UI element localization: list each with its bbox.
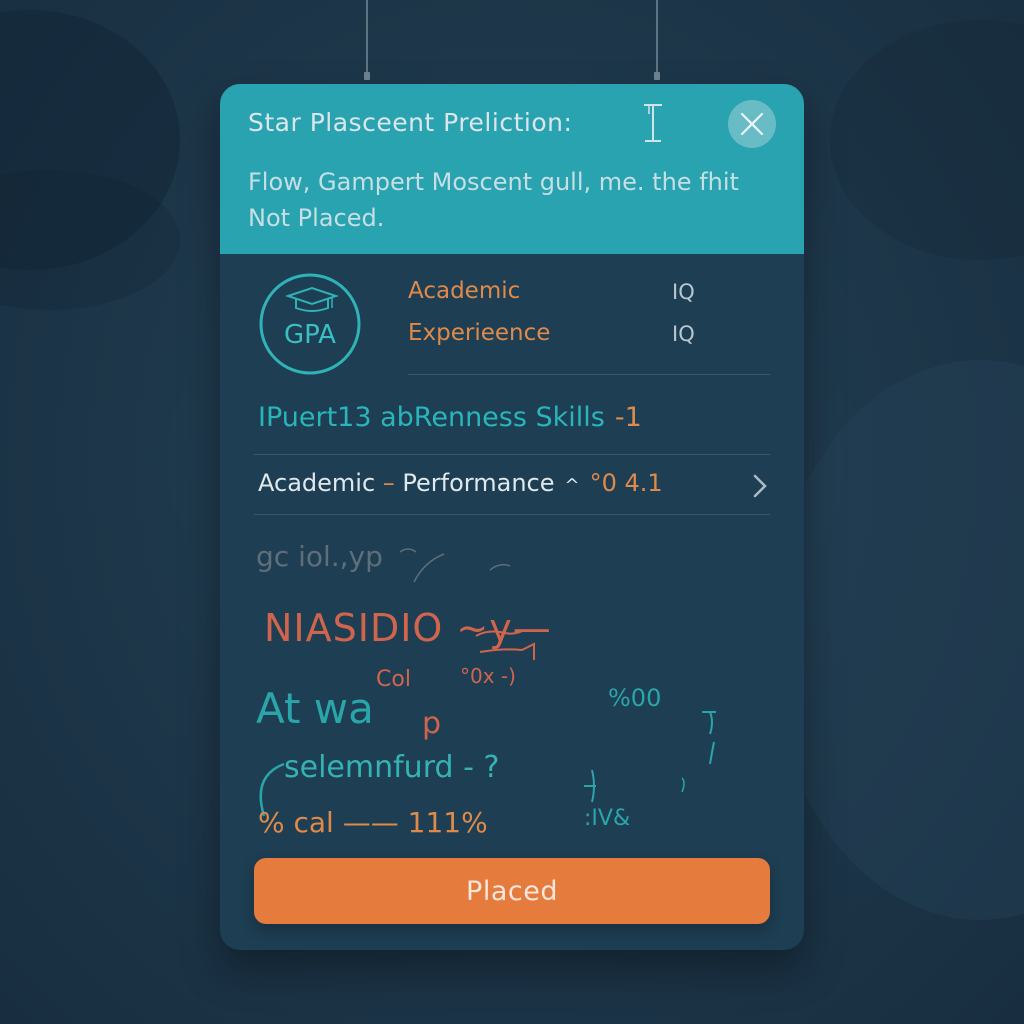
close-icon [740,112,764,136]
gpa-badge: GPA [258,272,362,376]
handwritten-fragment: Col [376,667,411,692]
divider [254,454,770,455]
metric-row-academic: Academic IQ [408,278,768,312]
handwritten-line: gc iol.,yp [256,540,383,573]
performance-dash: – [382,469,395,497]
gpa-label: GPA [284,320,336,350]
skills-line: IPuert13 abRenness Skills -1 [258,402,642,433]
metric-value: IQ [672,322,695,346]
close-button[interactable] [728,100,776,148]
performance-value: °0 4.1 [589,469,663,497]
skills-text: IPuert13 abRenness Skills [258,402,605,433]
prediction-message: Flow, Gampert Moscent gull, me. the fhit… [248,168,739,232]
background-blob [770,360,1024,920]
handwritten-notes: gc iol.,yp NIASIDIO ~y— Col °0x -) At wa… [244,524,784,839]
divider [254,514,770,515]
hanging-wire [366,0,368,78]
metric-value: IQ [672,280,695,304]
skills-delta: -1 [614,402,642,433]
performance-label-b: Performance [402,469,555,497]
metric-label: Experieence [408,320,551,346]
prediction-card: Star Plasceent Preliction: Flow, Gampert… [220,84,804,950]
background-blob [830,20,1024,260]
metric-label: Academic [408,278,521,304]
text-cursor-icon [644,104,662,142]
handwritten-fragment: %00 [608,684,662,712]
handwritten-fragment: :IV& [584,806,631,831]
divider [408,374,770,375]
handwritten-fragment: °0x -) [460,664,516,688]
handwritten-line: % cal —— 111% [258,806,488,839]
performance-label: Academic – Performance ^ °0 4.1 [258,469,663,497]
chevron-right-icon[interactable] [750,470,770,502]
handwritten-line: NIASIDIO ~y— [264,606,552,650]
placed-button[interactable]: Placed [254,858,770,924]
performance-label-a: Academic [258,469,376,497]
hanging-wire [656,0,658,78]
wire-clip [364,72,370,80]
academic-performance-row[interactable]: Academic – Performance ^ °0 4.1 [254,464,774,508]
handwritten-line: At wa [256,684,374,733]
metric-row-experience: Experieence IQ [408,320,768,354]
caret-up-icon: ^ [564,475,580,496]
handwritten-fragment: p [422,706,442,741]
card-header: Star Plasceent Preliction: Flow, Gampert… [220,84,804,254]
handwritten-line: selemnfurd - ? [284,750,500,785]
wire-clip [654,72,660,80]
card-title: Star Plasceent Preliction: [248,108,573,137]
